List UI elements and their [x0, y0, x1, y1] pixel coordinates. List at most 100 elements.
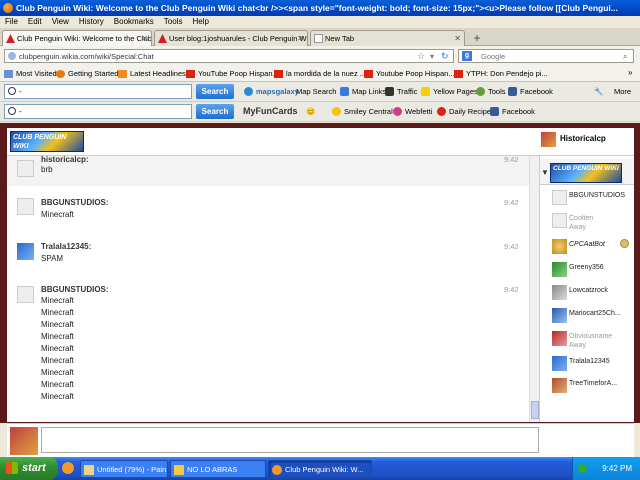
message-time: 9:42 [504, 198, 519, 207]
bookmark-la-mordida[interactable]: la mordida de la nuez ... [274, 68, 366, 80]
user-list-item[interactable]: Tralala12345 [552, 356, 634, 376]
reload-icon[interactable]: ↻ [441, 50, 449, 63]
toolbar2-search-input[interactable]: - [4, 104, 192, 119]
close-tab-icon[interactable]: ✕ [454, 31, 461, 46]
menu-help[interactable]: Help [187, 16, 213, 28]
star-folder-icon [4, 70, 13, 78]
gear-icon [476, 87, 485, 96]
search-bar[interactable]: g Google ⌕ [458, 49, 634, 63]
menu-file[interactable]: File [0, 16, 23, 28]
toolbar2-search-button[interactable]: Search [196, 104, 234, 119]
chat-message: BBGUNSTUDIOS: 9:42 Minecraft [7, 196, 531, 226]
message-text: Minecraft [41, 332, 74, 341]
tab-new-tab[interactable]: New Tab ✕ [310, 30, 465, 46]
menu-tools[interactable]: Tools [159, 16, 188, 28]
badge-icon [620, 239, 629, 248]
more-button[interactable]: More [612, 86, 631, 97]
url-bar[interactable]: clubpenguin.wikia.com/wiki/Special:Chat … [4, 49, 454, 63]
windows-taskbar: start Untitled (79%) - Pain... NO LO ABR… [0, 457, 640, 480]
chat-message: historicalcp: 9:42 brb [7, 156, 531, 186]
user-list-item[interactable]: Lowcatzrock [552, 285, 634, 305]
bookmark-latest-headlines[interactable]: Latest Headlines [118, 68, 186, 80]
chat-message: BBGUNSTUDIOS: 9:42 Minecraft Minecraft M… [7, 284, 531, 414]
collapse-arrow-icon[interactable]: ▼ [541, 168, 549, 177]
menu-view[interactable]: View [47, 16, 74, 28]
firefox-icon [3, 3, 13, 13]
system-tray: 9:42 PM [572, 457, 640, 480]
quicklaunch-firefox-icon[interactable] [62, 462, 74, 474]
toolbar-search-input[interactable]: - [4, 84, 192, 99]
navigation-bar: clubpenguin.wikia.com/wiki/Special:Chat … [0, 46, 640, 66]
wrench-icon[interactable]: 🔧 [592, 86, 603, 97]
room-header[interactable]: ▼ CLUB PENGUIN WIKI [540, 159, 634, 185]
facebook-button[interactable]: Facebook [508, 86, 553, 97]
tray-icon[interactable] [578, 464, 587, 473]
magnifier-icon[interactable]: ⌕ [623, 50, 627, 63]
daily-recipe-button[interactable]: Daily Recipe [437, 106, 491, 117]
bookmark-ytph[interactable]: YTPH: Don Pendejo pi... [454, 68, 548, 80]
toolbar-search-button[interactable]: Search [196, 84, 234, 99]
room-logo: CLUB PENGUIN WIKI [550, 163, 622, 183]
tab-club-penguin-chat[interactable]: Club Penguin Wiki: Welcome to the Club .… [2, 30, 152, 47]
user-list-item[interactable]: BBGUNSTUDIOS [552, 190, 634, 210]
current-user[interactable]: Historicalcp [541, 132, 606, 147]
user-avatar [17, 198, 34, 215]
yellow-pages-icon [421, 87, 430, 96]
map-links-button[interactable]: Map Links [340, 86, 386, 97]
search-placeholder: Google [481, 52, 506, 61]
dropdown-arrow-icon[interactable]: ▾ [430, 50, 434, 63]
bookmark-youtube-poop-1[interactable]: YouTube Poop Hispan... [186, 68, 279, 80]
myfuncards-logo[interactable]: MyFunCards [243, 106, 298, 117]
globe-icon [8, 52, 16, 60]
traffic-button[interactable]: Traffic [385, 86, 417, 97]
url-text: clubpenguin.wikia.com/wiki/Special:Chat [19, 52, 154, 61]
user-list-item[interactable]: Greeny356 [552, 262, 634, 282]
user-list-item[interactable]: Mariocart25Ch... [552, 308, 634, 328]
user-list-item[interactable]: Obviousname Away [552, 331, 634, 351]
menu-history[interactable]: History [74, 16, 109, 28]
map-search-button[interactable]: Map Search [286, 86, 336, 97]
bookmark-getting-started[interactable]: Getting Started [56, 68, 118, 80]
chat-input-bar [7, 423, 634, 457]
close-tab-icon[interactable]: ✕ [141, 31, 148, 46]
chat-message-input[interactable] [41, 427, 539, 453]
tools-button[interactable]: Tools [476, 86, 506, 97]
chat-scrollbar[interactable] [529, 156, 539, 422]
message-text: Minecraft [41, 380, 74, 389]
scrollbar-thumb[interactable] [531, 401, 539, 419]
message-text: Minecraft [41, 296, 74, 305]
mapsgalaxy-toolbar: - Search mapsgalaxy Map Search Map Links… [0, 82, 640, 102]
smiley-central-button[interactable]: Smiley Central [332, 106, 393, 117]
user-list-item[interactable]: TreeTimeforA... [552, 378, 634, 398]
task-firefox[interactable]: Club Penguin Wiki: W... [268, 460, 372, 478]
star-icon[interactable]: ☆ [417, 50, 425, 63]
tab-bar: Club Penguin Wiki: Welcome to the Club .… [0, 28, 640, 47]
yellow-pages-button[interactable]: Yellow Pages [421, 86, 478, 97]
user-avatar [552, 190, 567, 205]
clock[interactable]: 9:42 PM [602, 464, 632, 473]
bookmark-youtube-poop-2[interactable]: Youtube Poop Hispan... [364, 68, 455, 80]
tab-user-blog[interactable]: User blog:1joshuarules - Club Penguin Wi… [154, 30, 308, 46]
blank-page-icon [314, 34, 323, 43]
bookmark-most-visited[interactable]: Most Visited [4, 68, 57, 80]
menu-edit[interactable]: Edit [23, 16, 47, 28]
user-avatar [17, 243, 34, 260]
webfetti-button[interactable]: Webfetti [393, 106, 432, 117]
close-tab-icon[interactable]: ✕ [297, 31, 304, 46]
club-penguin-wiki-logo[interactable]: CLUB PENGUIN WIKI [10, 131, 84, 152]
user-list-item[interactable]: Coolten Away [552, 213, 634, 233]
message-text: Minecraft [41, 368, 74, 377]
new-tab-plus-icon[interactable]: + [470, 31, 484, 45]
more-bookmarks-icon[interactable]: » [628, 68, 632, 77]
task-no-lo-abras[interactable]: NO LO ABRAS [170, 460, 266, 478]
smiley-icon[interactable]: 😊 [306, 106, 315, 117]
firefox-icon [272, 465, 282, 475]
window-title-bar[interactable]: Club Penguin Wiki: Welcome to the Club P… [0, 0, 640, 16]
start-button[interactable]: start [0, 457, 58, 480]
task-paint[interactable]: Untitled (79%) - Pain... [80, 460, 168, 478]
menu-bookmarks[interactable]: Bookmarks [109, 16, 159, 28]
facebook-button-2[interactable]: Facebook [490, 106, 535, 117]
user-list-item[interactable]: CPCAatBot [552, 239, 634, 259]
message-text: brb [41, 165, 53, 174]
google-icon: g [462, 51, 472, 61]
